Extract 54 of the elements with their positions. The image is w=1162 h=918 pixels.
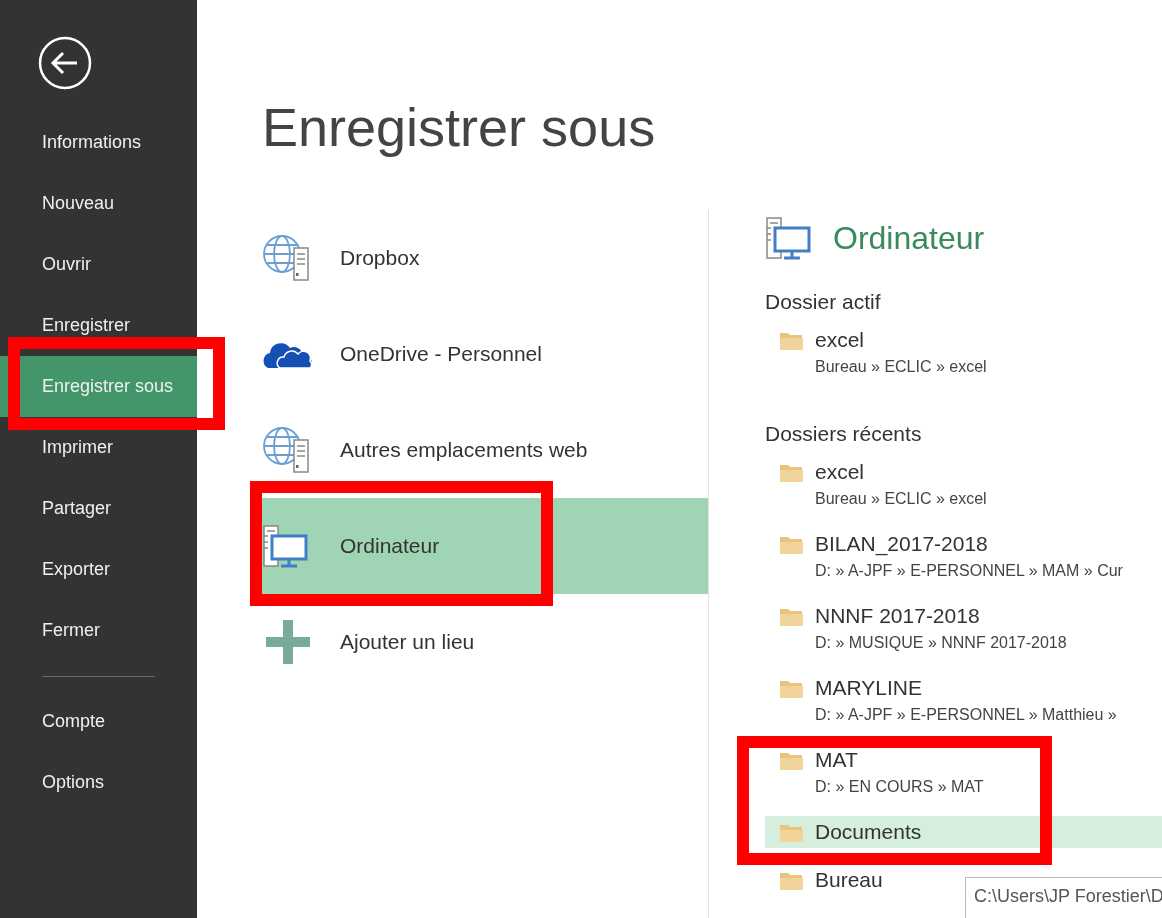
folder-name: MARYLINE <box>815 676 923 700</box>
folder-icon <box>779 822 805 844</box>
folder-path: D: » EN COURS » MAT <box>815 778 984 796</box>
menu-item[interactable]: Options <box>0 752 197 813</box>
section-heading: Dossiers récents <box>765 422 923 446</box>
folder-icon <box>779 750 805 772</box>
folder-name: Bureau <box>815 868 883 892</box>
location-label: OneDrive - Personnel <box>340 342 542 366</box>
folder-icon <box>779 606 805 628</box>
folder-path: D: » A-JPF » E-PERSONNEL » Matthieu » <box>815 706 1117 724</box>
menu-item[interactable]: Partager <box>0 478 197 539</box>
menu-item[interactable]: Ouvrir <box>0 234 197 295</box>
folder-name: Documents <box>815 820 922 844</box>
folder-icon <box>779 678 805 700</box>
location-label: Dropbox <box>340 246 420 270</box>
folder-name: BILAN_2017-2018 <box>815 532 989 556</box>
folder-name: MAT <box>815 748 859 772</box>
menu-item[interactable]: Compte <box>0 691 197 752</box>
menu-item[interactable]: Enregistrer <box>0 295 197 356</box>
folder-item[interactable]: MARYLINE D: » A-JPF » E-PERSONNEL » Matthieu » <box>765 672 1162 728</box>
folder-name: NNNF 2017-2018 <box>815 604 981 628</box>
section-heading: Dossier actif <box>765 290 882 314</box>
folder-icon <box>779 462 805 484</box>
folder-item[interactable]: BILAN_2017-2018 D: » A-JPF » E-PERSONNEL » MAM » Cur <box>765 528 1162 584</box>
location-item[interactable]: OneDrive - Personnel <box>250 306 708 402</box>
page-title: Enregistrer sous <box>262 100 657 159</box>
location-item[interactable]: Ajouter un lieu <box>250 594 708 690</box>
folder-name: excel <box>815 328 866 352</box>
menu-item[interactable]: Imprimer <box>0 417 197 478</box>
folder-item[interactable]: excel Bureau » ECLIC » excel <box>765 456 1162 512</box>
location-item[interactable]: Dropbox <box>250 210 708 306</box>
menu-item[interactable]: Fermer <box>0 600 197 661</box>
location-item[interactable]: Autres emplacements web <box>250 402 708 498</box>
folder-item[interactable]: MAT D: » EN COURS » MAT <box>765 744 1162 800</box>
folder-item[interactable]: Documents <box>765 816 1162 848</box>
folder-path: Bureau » ECLIC » excel <box>815 490 987 508</box>
menu-item[interactable]: Exporter <box>0 539 197 600</box>
section-title: Ordinateur <box>833 219 985 257</box>
menu-item[interactable]: Informations <box>0 112 197 173</box>
folder-icon <box>779 870 805 892</box>
folder-path: D: » MUSIQUE » NNNF 2017-2018 <box>815 634 1067 652</box>
folder-icon <box>779 330 805 352</box>
folder-path: Bureau » ECLIC » excel <box>815 358 987 376</box>
folder-path: D: » A-JPF » E-PERSONNEL » MAM » Cur <box>815 562 1123 580</box>
location-label: Ordinateur <box>340 534 440 558</box>
menu-item[interactable]: Nouveau <box>0 173 197 234</box>
folder-name: excel <box>815 460 866 484</box>
folder-item[interactable]: excel Bureau » ECLIC » excel <box>765 324 1162 380</box>
location-label: Ajouter un lieu <box>340 630 475 654</box>
location-label: Autres emplacements web <box>340 438 588 462</box>
path-tooltip: C:\Users\JP Forestier\D <box>965 877 1162 918</box>
folder-item[interactable]: NNNF 2017-2018 D: » MUSIQUE » NNNF 2017-2018 <box>765 600 1162 656</box>
back-icon[interactable] <box>37 35 93 91</box>
folder-icon <box>779 534 805 556</box>
